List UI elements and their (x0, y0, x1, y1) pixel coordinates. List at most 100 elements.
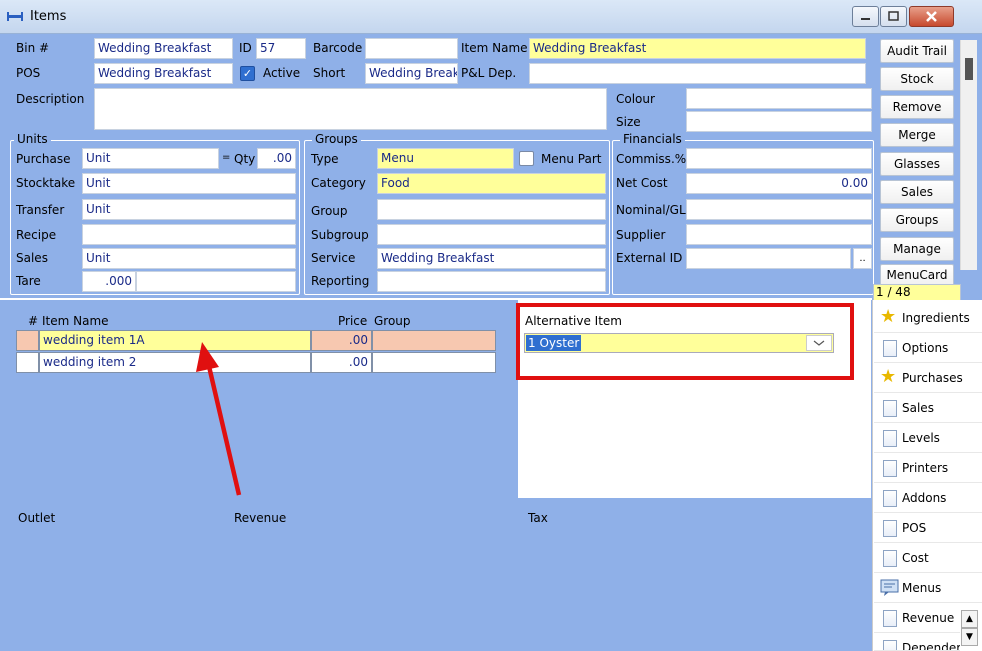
item-name-field[interactable]: Wedding Breakfast (529, 38, 866, 59)
group-field[interactable] (377, 199, 606, 220)
transfer-field[interactable]: Unit (82, 199, 296, 220)
sales-button[interactable]: Sales (880, 180, 954, 204)
bin-label: Bin # (16, 41, 50, 55)
purchase-field[interactable]: Unit (82, 148, 219, 169)
page-icon (883, 340, 897, 357)
audit-trail-button[interactable]: Audit Trail (880, 39, 954, 63)
glasses-button[interactable]: Glasses (880, 152, 954, 176)
tare-field[interactable]: .000 (82, 271, 136, 292)
reporting-field[interactable] (377, 271, 606, 292)
close-button[interactable] (909, 6, 954, 27)
table-row-group[interactable] (372, 352, 496, 373)
row-selector[interactable] (16, 352, 39, 373)
maximize-icon (888, 11, 899, 21)
commiss-label: Commiss.% (616, 152, 687, 166)
supplier-field[interactable] (686, 224, 872, 245)
window-title: Items (30, 9, 67, 24)
minimize-icon (861, 18, 870, 20)
table-row-item-name[interactable]: wedding item 1A (39, 330, 311, 351)
size-field[interactable] (686, 111, 872, 132)
stock-button[interactable]: Stock (880, 67, 954, 91)
external-id-lookup-button[interactable]: .. (853, 248, 872, 269)
nominal-field[interactable] (686, 199, 872, 220)
description-field[interactable] (94, 88, 607, 130)
tab-ingredients[interactable]: ★ Ingredients (874, 303, 982, 333)
tare-extra-field[interactable] (136, 271, 296, 292)
barcode-field[interactable] (365, 38, 458, 59)
tab-label: Revenue (902, 611, 955, 625)
items-grid: # Item Name Price Group wedding item 1A … (10, 306, 518, 498)
recipe-field[interactable] (82, 224, 296, 245)
category-field[interactable]: Food (377, 173, 606, 194)
sales-unit-label: Sales (16, 251, 48, 265)
menu-part-checkbox[interactable] (519, 151, 534, 166)
net-cost-field[interactable]: 0.00 (686, 173, 872, 194)
tab-label: Levels (902, 431, 940, 445)
table-row-price[interactable]: .00 (311, 352, 372, 373)
units-group-title: Units (14, 132, 51, 146)
page-icon (883, 430, 897, 447)
type-label: Type (311, 152, 339, 166)
colour-field[interactable] (686, 88, 872, 109)
tab-addons[interactable]: Addons (874, 483, 982, 513)
sales-unit-field[interactable]: Unit (82, 248, 296, 269)
tab-cost[interactable]: Cost (874, 543, 982, 573)
description-label: Description (16, 92, 85, 106)
service-label: Service (311, 251, 356, 265)
tab-label: Cost (902, 551, 929, 565)
service-field[interactable]: Wedding Breakfast (377, 248, 606, 269)
merge-button[interactable]: Merge (880, 123, 954, 147)
scrollbar-thumb[interactable] (965, 58, 973, 80)
tab-menus[interactable]: Menus (874, 573, 982, 603)
tab-revenue[interactable]: Revenue (874, 603, 960, 633)
manage-button[interactable]: Manage (880, 237, 954, 261)
stocktake-field[interactable]: Unit (82, 173, 296, 194)
remove-button[interactable]: Remove (880, 95, 954, 119)
col-price-header: Price (338, 314, 368, 328)
group-label: Group (311, 204, 348, 218)
table-row-group[interactable] (372, 330, 496, 351)
stocktake-label: Stocktake (16, 176, 76, 190)
minimize-button[interactable] (852, 6, 879, 27)
pl-dep-field[interactable] (529, 63, 866, 84)
size-label: Size (616, 115, 641, 129)
supplier-label: Supplier (616, 228, 666, 242)
page-icon (883, 460, 897, 477)
menu-part-label: Menu Part (541, 152, 602, 166)
tab-printers[interactable]: Printers (874, 453, 982, 483)
type-field[interactable]: Menu (377, 148, 514, 169)
bin-field[interactable]: Wedding Breakfast (94, 38, 233, 59)
tab-depender[interactable]: Depender (874, 633, 960, 651)
menucard-button[interactable]: MenuCard (880, 264, 954, 286)
tab-pos[interactable]: POS (874, 513, 982, 543)
maximize-button[interactable] (880, 6, 907, 27)
tab-scroll-down-button[interactable]: ▼ (961, 628, 978, 646)
short-label: Short (313, 66, 346, 80)
subgroup-field[interactable] (377, 224, 606, 245)
id-label: ID (239, 41, 252, 55)
tab-levels[interactable]: Levels (874, 423, 982, 453)
pos-label: POS (16, 66, 41, 80)
qty-field[interactable]: .00 (257, 148, 296, 169)
tab-purchases[interactable]: ★ Purchases (874, 363, 982, 393)
commiss-field[interactable] (686, 148, 872, 169)
id-field[interactable]: 57 (256, 38, 306, 59)
short-field[interactable]: Wedding Break (365, 63, 458, 84)
tab-options[interactable]: Options (874, 333, 982, 363)
groups-button[interactable]: Groups (880, 208, 954, 232)
external-id-field[interactable] (686, 248, 851, 269)
tab-label: Addons (902, 491, 947, 505)
tab-label: Ingredients (902, 311, 970, 325)
header-scrollbar[interactable] (960, 40, 977, 270)
groups-group-title: Groups (312, 132, 361, 146)
table-row-item-name[interactable]: wedding item 2 (39, 352, 311, 373)
row-selector[interactable] (16, 330, 39, 351)
table-row-price[interactable]: .00 (311, 330, 372, 351)
active-checkbox[interactable]: ✓ (240, 66, 255, 81)
page-icon (883, 520, 897, 537)
tab-scroll-up-button[interactable]: ▲ (961, 610, 978, 628)
financials-group-title: Financials (620, 132, 685, 146)
pos-field[interactable]: Wedding Breakfast (94, 63, 233, 84)
nominal-label: Nominal/GL (616, 203, 686, 217)
tab-sales[interactable]: Sales (874, 393, 982, 423)
